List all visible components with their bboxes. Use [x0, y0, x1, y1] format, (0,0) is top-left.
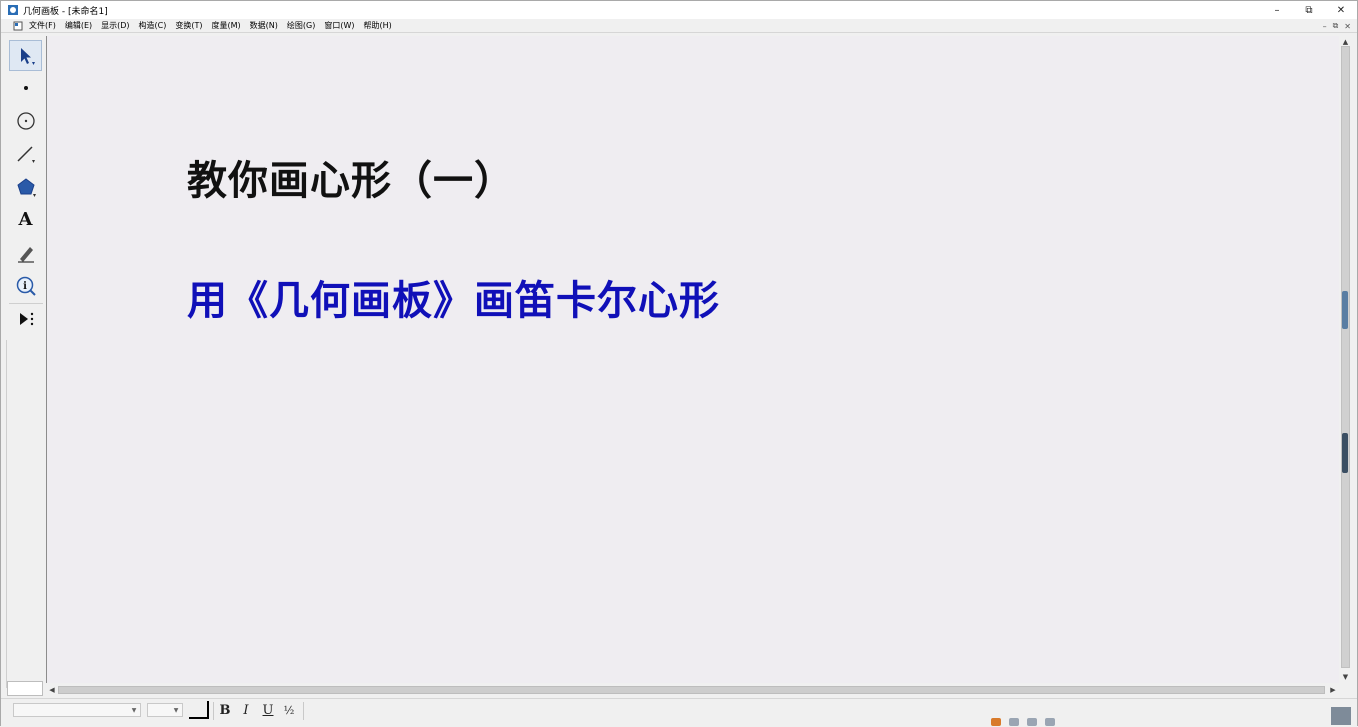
document-minimize-button[interactable]: – — [1323, 22, 1327, 31]
sketch-canvas[interactable]: 教你画心形（一） 用《几何画板》画笛卡尔心形 — [46, 36, 1339, 683]
info-icon: i — [16, 276, 36, 296]
svg-text:i: i — [23, 281, 27, 292]
menu-edit[interactable]: 编辑(E) — [65, 20, 92, 31]
menu-bar: 文件(F) 编辑(E) 显示(D) 构造(C) 变换(T) 度量(M) 数据(N… — [1, 19, 1357, 33]
status-box — [7, 681, 43, 696]
chevron-down-icon: ▼ — [131, 706, 137, 714]
arrow-icon — [20, 47, 35, 65]
horizontal-scrollbar[interactable]: ◀ ▶ — [46, 684, 1339, 696]
taskbar-app-icon[interactable] — [1045, 718, 1055, 726]
menu-data[interactable]: 数据(N) — [250, 20, 278, 31]
text-A-icon: A — [18, 209, 33, 230]
document-icon[interactable] — [13, 21, 23, 31]
minimize-button[interactable]: – — [1261, 1, 1293, 19]
menu-help[interactable]: 帮助(H) — [364, 20, 392, 31]
taskbar-app-icon[interactable] — [1027, 718, 1037, 726]
format-divider — [303, 702, 304, 720]
window-controls: – ⧉ ✕ — [1261, 1, 1357, 19]
canvas-subtitle-text[interactable]: 用《几何画板》画笛卡尔心形 — [187, 268, 720, 326]
scroll-left-arrow-icon[interactable]: ◀ — [46, 684, 58, 696]
information-tool[interactable]: i — [9, 270, 42, 301]
close-button[interactable]: ✕ — [1325, 1, 1357, 19]
straightedge-tool[interactable] — [9, 138, 42, 169]
window-title: 几何画板 - [未命名1] — [23, 6, 108, 17]
pen-icon — [17, 246, 34, 263]
italic-button[interactable]: I — [238, 702, 254, 718]
app-logo-icon — [8, 5, 18, 15]
line-icon — [16, 145, 35, 163]
point-tool[interactable] — [9, 72, 42, 103]
menu-display[interactable]: 显示(D) — [101, 20, 129, 31]
toolbox: A i — [5, 38, 45, 340]
scroll-right-arrow-icon[interactable]: ▶ — [1327, 684, 1339, 696]
font-size-select[interactable]: ▼ — [147, 703, 183, 717]
menu-graph[interactable]: 绘图(G) — [287, 20, 315, 31]
menu-measure[interactable]: 度量(M) — [212, 20, 241, 31]
text-tool[interactable]: A — [9, 204, 42, 235]
horizontal-scroll-thumb[interactable] — [58, 686, 1325, 694]
play-menu-icon — [19, 312, 33, 325]
chevron-down-icon: ▼ — [173, 706, 179, 714]
compass-tool[interactable] — [9, 105, 42, 136]
title-bar: 几何画板 - [未命名1] – ⧉ ✕ — [1, 1, 1357, 19]
point-icon — [23, 85, 28, 90]
selection-arrow-tool[interactable] — [9, 40, 42, 71]
circle-icon — [16, 111, 35, 130]
vertical-scroll-thumb[interactable] — [1341, 46, 1350, 668]
menu-window[interactable]: 窗口(W) — [324, 20, 354, 31]
text-format-toolbar: ▼ ▼ B I U ½ — [1, 698, 1357, 726]
text-color-swatch[interactable] — [189, 701, 209, 719]
taskbar-app-icon[interactable] — [991, 718, 1001, 726]
menu-file[interactable]: 文件(F) — [29, 20, 56, 31]
document-restore-button[interactable]: ⧉ — [1333, 21, 1339, 31]
document-close-button[interactable]: ✕ — [1344, 22, 1351, 31]
format-divider — [213, 702, 214, 720]
polygon-tool[interactable] — [9, 171, 42, 202]
scroll-down-arrow-icon[interactable]: ▼ — [1339, 671, 1352, 683]
right-edge-handle-top[interactable] — [1342, 291, 1348, 329]
menu-construct[interactable]: 构造(C) — [139, 20, 167, 31]
right-edge-handle-bottom[interactable] — [1342, 433, 1348, 473]
menu-transform[interactable]: 变换(T) — [175, 20, 202, 31]
document-window-controls: – ⧉ ✕ — [1323, 19, 1351, 33]
polygon-icon — [16, 177, 36, 197]
underline-button[interactable]: U — [260, 702, 276, 718]
canvas-title-text[interactable]: 教你画心形（一） — [187, 148, 515, 206]
font-family-select[interactable]: ▼ — [13, 703, 141, 717]
taskbar-app-icon[interactable] — [1009, 718, 1019, 726]
toolbox-divider — [9, 303, 43, 304]
custom-tool[interactable] — [9, 303, 42, 334]
resize-grip-icon[interactable] — [1331, 707, 1351, 725]
math-format-button[interactable]: ½ — [281, 702, 297, 718]
vertical-scrollbar[interactable]: ▲ ▼ — [1339, 36, 1352, 683]
bold-button[interactable]: B — [217, 702, 233, 718]
restore-button[interactable]: ⧉ — [1293, 1, 1325, 19]
marker-tool[interactable] — [9, 237, 42, 268]
app-window: 几何画板 - [未命名1] – ⧉ ✕ 文件(F) 编辑(E) 显示(D) 构造… — [0, 0, 1358, 726]
